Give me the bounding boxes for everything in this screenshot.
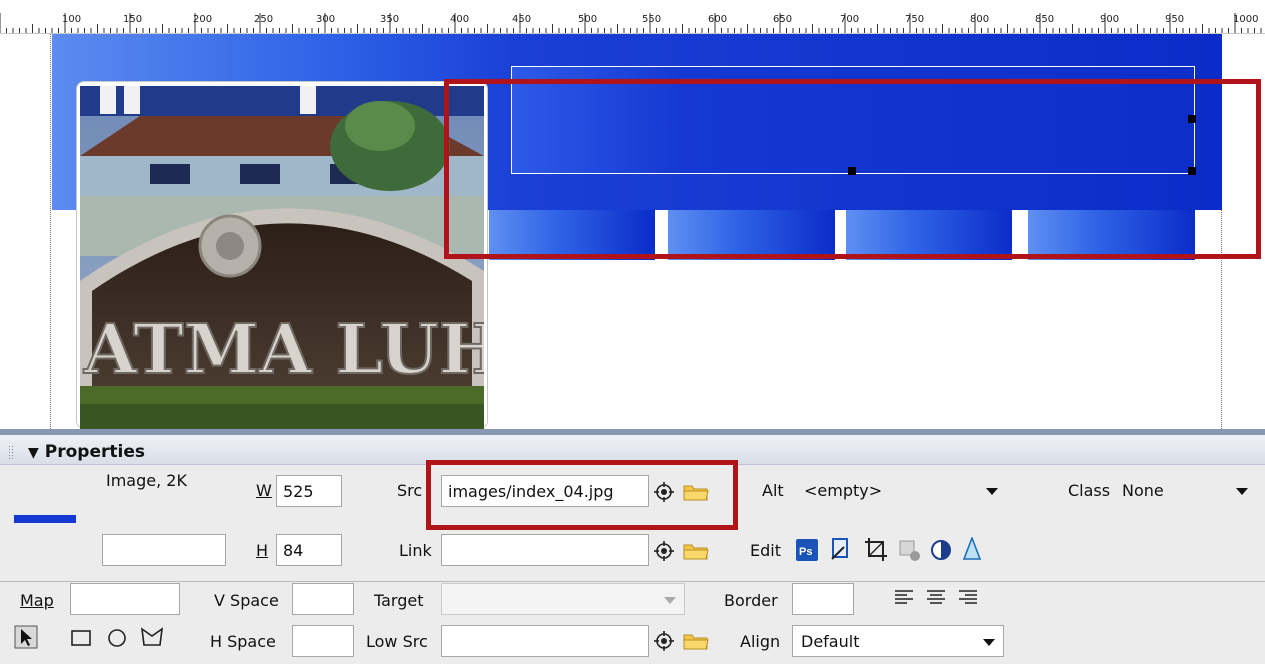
ruler-ticks <box>0 13 1262 33</box>
grip-icon[interactable] <box>8 445 14 459</box>
design-view[interactable]: ATMA LUHUR <box>0 34 1265 429</box>
edit-label: Edit <box>750 541 781 560</box>
align-center-icon[interactable] <box>926 588 946 608</box>
annotation-highlight-banner <box>444 79 1261 259</box>
edit-image-icon[interactable] <box>830 537 854 563</box>
ruler-label: 400 <box>450 14 470 25</box>
class-select[interactable]: None <box>1114 475 1256 507</box>
photoshop-icon[interactable]: Ps <box>796 539 818 561</box>
height-input[interactable]: 84 <box>276 534 342 566</box>
align-label: Align <box>740 632 781 651</box>
point-to-file-icon[interactable] <box>654 631 674 651</box>
collapse-triangle-icon: ▼ <box>28 445 39 461</box>
sign-text: ATMA LUHUR <box>83 310 484 390</box>
ruler-label: 350 <box>380 14 400 25</box>
align-value: Default <box>801 632 860 651</box>
polygon-hotspot-icon[interactable] <box>140 626 164 648</box>
chevron-down-icon <box>1236 488 1248 495</box>
resample-icon[interactable] <box>898 539 922 563</box>
ruler-label: 250 <box>254 14 274 25</box>
properties-title[interactable]: ▼ Properties <box>28 442 145 462</box>
pointer-hotspot-icon[interactable] <box>14 625 38 649</box>
border-label: Border <box>724 591 778 610</box>
align-right-icon[interactable] <box>958 588 978 608</box>
align-select[interactable]: Default <box>792 625 1004 657</box>
alt-label: Alt <box>762 481 784 500</box>
src-label: Src <box>397 481 423 500</box>
alt-value: <empty> <box>804 481 883 500</box>
campus-photo[interactable]: ATMA LUHUR <box>80 86 484 429</box>
map-name-input[interactable] <box>70 583 180 615</box>
vspace-label: V Space <box>214 591 279 610</box>
folder-icon[interactable] <box>683 542 709 560</box>
ruler-label: 500 <box>578 14 598 25</box>
chevron-down-icon <box>664 597 676 604</box>
rectangle-hotspot-icon[interactable] <box>70 628 92 648</box>
ruler-label: 100 <box>62 14 82 25</box>
height-label: H <box>256 541 269 560</box>
ruler-label: 450 <box>512 14 532 25</box>
hspace-input[interactable] <box>292 625 354 657</box>
class-value: None <box>1122 481 1164 500</box>
ruler-label: 950 <box>1165 14 1185 25</box>
circle-hotspot-icon[interactable] <box>106 626 128 648</box>
image-name-input[interactable] <box>102 534 226 566</box>
target-label: Target <box>374 591 424 610</box>
ruler-label: 600 <box>708 14 728 25</box>
hspace-label: H Space <box>210 632 276 651</box>
element-type-label: Image, 2K <box>106 471 187 490</box>
width-input[interactable]: 525 <box>276 475 342 507</box>
ruler-label: 750 <box>905 14 925 25</box>
lowsrc-input[interactable] <box>441 625 649 657</box>
width-label: W <box>256 481 272 500</box>
brightness-contrast-icon[interactable] <box>930 539 952 561</box>
border-input[interactable] <box>792 583 854 615</box>
crop-icon[interactable] <box>864 537 888 563</box>
ruler-label: 850 <box>1035 14 1055 25</box>
chevron-down-icon <box>986 488 998 495</box>
class-label: Class <box>1068 481 1111 500</box>
target-select[interactable] <box>441 583 685 615</box>
ruler-label: 700 <box>840 14 860 25</box>
panel-divider <box>0 581 1265 582</box>
ruler-label: 200 <box>193 14 213 25</box>
ruler-label: 550 <box>642 14 662 25</box>
ruler-label: 1000 <box>1233 14 1259 25</box>
chevron-down-icon <box>983 639 995 646</box>
vspace-input[interactable] <box>292 583 354 615</box>
properties-title-label: Properties <box>44 442 145 462</box>
sharpen-icon[interactable] <box>962 537 982 561</box>
map-label: Map <box>20 591 54 610</box>
ruler-label: 900 <box>1100 14 1120 25</box>
annotation-highlight-src <box>426 460 738 530</box>
point-to-file-icon[interactable] <box>654 541 674 561</box>
ruler-label: 300 <box>316 14 336 25</box>
folder-icon[interactable] <box>683 632 709 650</box>
align-left-icon[interactable] <box>894 588 914 608</box>
ruler-label: 650 <box>773 14 793 25</box>
alt-select[interactable]: <empty> <box>796 475 1006 507</box>
image-thumbnail <box>14 515 76 523</box>
ruler-label: 150 <box>123 14 143 25</box>
lowsrc-label: Low Src <box>366 632 428 651</box>
link-input[interactable] <box>441 534 649 566</box>
campus-photo-illustration: ATMA LUHUR <box>80 86 484 429</box>
link-label: Link <box>399 541 432 560</box>
ruler-label: 800 <box>970 14 990 25</box>
horizontal-ruler: 100 150 200 250 300 350 400 450 500 550 … <box>0 0 1265 34</box>
svg-text:Ps: Ps <box>799 546 812 558</box>
